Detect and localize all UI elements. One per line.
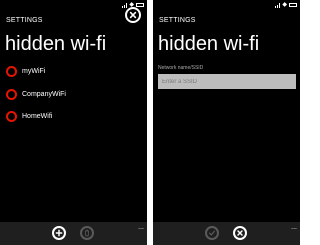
signal-icon: [275, 2, 281, 8]
wifi-icon: ◆: [282, 1, 287, 8]
status-bar: ◆: [275, 1, 297, 8]
ssid-input[interactable]: [158, 74, 296, 89]
signal-icon: [122, 2, 128, 8]
close-icon: [129, 11, 137, 19]
page-title: hidden wi-fi: [158, 33, 260, 55]
check-icon: [209, 230, 215, 236]
app-bar: ...: [153, 222, 300, 245]
cancel-button[interactable]: [233, 226, 247, 240]
network-item-mywifi[interactable]: myWiFi: [6, 66, 66, 77]
network-label: HomeWifi: [22, 113, 53, 120]
add-network-screen: ◆ SETTINGS hidden wi-fi Network name/SSI…: [153, 0, 300, 245]
save-button[interactable]: [205, 226, 219, 240]
network-label: myWiFi: [22, 68, 46, 75]
close-button[interactable]: [125, 7, 141, 23]
battery-icon: [136, 2, 144, 7]
radio-button[interactable]: [6, 89, 17, 100]
network-item-homewifi[interactable]: HomeWifi: [6, 111, 66, 122]
cancel-icon: [237, 230, 243, 236]
settings-header: SETTINGS: [6, 17, 43, 24]
more-options-button[interactable]: ...: [291, 224, 297, 231]
delete-button[interactable]: [80, 226, 94, 240]
network-list: myWiFi CompanyWiFi HomeWifi: [6, 66, 66, 134]
radio-button[interactable]: [6, 66, 17, 77]
network-list-screen: ◆ SETTINGS hidden wi-fi myWiFi CompanyWi…: [0, 0, 147, 245]
settings-header: SETTINGS: [159, 17, 196, 24]
add-button[interactable]: [52, 226, 66, 240]
network-label: CompanyWiFi: [22, 91, 66, 98]
page-title: hidden wi-fi: [5, 33, 107, 55]
battery-icon: [289, 2, 297, 7]
network-item-companywifi[interactable]: CompanyWiFi: [6, 89, 66, 100]
app-bar: ...: [0, 222, 147, 245]
radio-button[interactable]: [6, 111, 17, 122]
ssid-field-label: Network name/SSID: [158, 65, 204, 71]
more-options-button[interactable]: ...: [138, 224, 144, 231]
delete-icon: [85, 229, 89, 237]
add-icon: [55, 229, 63, 237]
